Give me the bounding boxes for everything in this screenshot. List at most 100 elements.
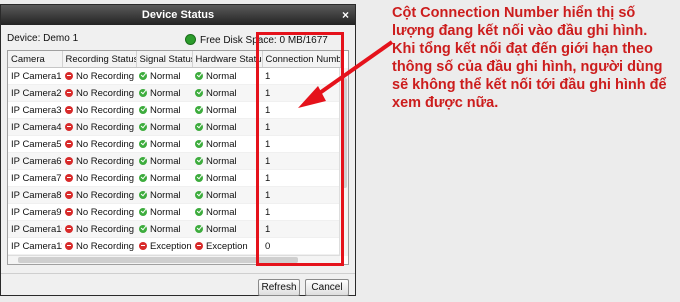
camera-cell: IP Camera10 — [8, 220, 62, 238]
device-info-row: Device: Demo 1 Free Disk Space: 0 MB/167… — [1, 25, 355, 49]
recording-status-cell: No Recording — [62, 118, 136, 136]
camera-cell-text: IP Camera6 — [11, 155, 62, 167]
status-ok-icon — [139, 224, 147, 233]
status-error-icon — [65, 190, 73, 199]
connection-number-cell: 1 — [262, 135, 340, 153]
connection-number-cell-text: 1 — [265, 104, 271, 116]
signal-status-cell: Normal — [136, 203, 192, 221]
status-ok-icon — [195, 156, 203, 165]
table-row[interactable]: IP Camera5 No Recording Normal Normal 1 — [8, 135, 340, 153]
connection-number-cell: 1 — [262, 169, 340, 187]
table-row[interactable]: IP Camera8 No Recording Normal Normal 1 — [8, 186, 340, 204]
recording-status-cell-text: No Recording — [76, 70, 135, 82]
status-ok-icon — [139, 156, 147, 165]
status-error-icon — [65, 122, 73, 131]
connection-number-cell-text: 1 — [265, 121, 271, 133]
dialog-title: Device Status — [141, 9, 215, 21]
connection-number-cell-text: 0 — [265, 240, 271, 252]
hardware-status-cell-text: Normal — [206, 155, 237, 167]
recording-status-cell: No Recording — [62, 186, 136, 204]
column-header-hardware-status[interactable]: Hardware Status — [192, 51, 263, 68]
connection-number-cell-text: 1 — [265, 223, 271, 235]
connection-number-cell: 1 — [262, 101, 340, 119]
status-error-icon — [65, 88, 73, 97]
signal-status-cell: Normal — [136, 152, 192, 170]
device-status-dialog: Device Status × Device: Demo 1 Free Disk… — [0, 4, 356, 296]
disk-icon — [185, 34, 196, 45]
vertical-scrollbar[interactable] — [339, 68, 348, 256]
status-ok-icon — [139, 190, 147, 199]
hardware-status-cell: Normal — [192, 135, 262, 153]
camera-cell: IP Camera2 — [8, 84, 62, 102]
status-ok-icon — [195, 122, 203, 131]
hardware-status-cell-text: Normal — [206, 70, 237, 82]
camera-cell: IP Camera6 — [8, 152, 62, 170]
signal-status-cell-text: Normal — [150, 172, 181, 184]
connection-number-cell-text: 1 — [265, 206, 271, 218]
column-header-camera[interactable]: Camera — [8, 51, 63, 68]
hardware-status-cell-text: Normal — [206, 189, 237, 201]
status-table: Camera Recording Status Signal Status Ha… — [8, 51, 341, 264]
connection-number-cell: 1 — [262, 186, 340, 204]
camera-cell: IP Camera3 — [8, 101, 62, 119]
status-ok-icon — [139, 71, 147, 80]
camera-cell-text: IP Camera10 — [11, 223, 62, 235]
camera-cell-text: IP Camera5 — [11, 138, 62, 150]
signal-status-cell-text: Normal — [150, 121, 181, 133]
connection-number-cell: 1 — [262, 67, 340, 85]
status-error-icon — [65, 207, 73, 216]
camera-cell-text: IP Camera11 — [11, 240, 62, 252]
hardware-status-cell: Normal — [192, 101, 262, 119]
recording-status-cell: No Recording — [62, 101, 136, 119]
status-error-icon — [65, 71, 73, 80]
table-row[interactable]: IP Camera9 No Recording Normal Normal 1 — [8, 203, 340, 221]
vertical-scroll-thumb[interactable] — [341, 78, 347, 188]
column-header-connection-number[interactable]: Connection Number — [262, 51, 341, 68]
status-error-icon — [65, 173, 73, 182]
disk-space-label: Free Disk Space: 0 MB/1677 — [200, 35, 328, 46]
connection-number-cell: 1 — [262, 152, 340, 170]
table-row[interactable]: IP Camera6 No Recording Normal Normal 1 — [8, 152, 340, 170]
connection-number-cell: 1 — [262, 220, 340, 238]
signal-status-cell-text: Normal — [150, 87, 181, 99]
camera-cell-text: IP Camera1 — [11, 70, 62, 82]
recording-status-cell-text: No Recording — [76, 138, 135, 150]
status-error-icon — [65, 139, 73, 148]
recording-status-cell: No Recording — [62, 135, 136, 153]
table-row[interactable]: IP Camera7 No Recording Normal Normal 1 — [8, 169, 340, 187]
table-row[interactable]: IP Camera10 No Recording Normal Normal 1 — [8, 220, 340, 238]
connection-number-cell: 1 — [262, 84, 340, 102]
horizontal-scrollbar[interactable] — [8, 255, 340, 264]
column-header-signal-status[interactable]: Signal Status — [136, 51, 193, 68]
connection-number-cell-text: 1 — [265, 189, 271, 201]
signal-status-cell: Normal — [136, 135, 192, 153]
signal-status-cell-text: Normal — [150, 223, 181, 235]
hardware-status-cell-text: Exception — [206, 240, 248, 252]
signal-status-cell-text: Normal — [150, 189, 181, 201]
hardware-status-cell: Normal — [192, 152, 262, 170]
table-row[interactable]: IP Camera1 No Recording Normal Normal 1 — [8, 67, 340, 85]
hardware-status-cell: Normal — [192, 186, 262, 204]
close-icon[interactable]: × — [342, 5, 349, 25]
connection-number-cell-text: 1 — [265, 87, 271, 99]
camera-cell: IP Camera9 — [8, 203, 62, 221]
refresh-button[interactable]: Refresh — [258, 279, 300, 296]
status-error-icon — [65, 156, 73, 165]
table-row[interactable]: IP Camera11 No Recording Exception Exceptio… — [8, 237, 340, 255]
camera-cell-text: IP Camera4 — [11, 121, 62, 133]
table-row[interactable]: IP Camera4 No Recording Normal Normal 1 — [8, 118, 340, 136]
recording-status-cell: No Recording — [62, 152, 136, 170]
recording-status-cell: No Recording — [62, 169, 136, 187]
status-ok-icon — [195, 88, 203, 97]
camera-cell-text: IP Camera8 — [11, 189, 62, 201]
status-ok-icon — [139, 122, 147, 131]
horizontal-scroll-thumb[interactable] — [18, 257, 298, 263]
cancel-button[interactable]: Cancel — [305, 279, 349, 296]
table-row[interactable]: IP Camera3 No Recording Normal Normal 1 — [8, 101, 340, 119]
status-ok-icon — [139, 105, 147, 114]
hardware-status-cell-text: Normal — [206, 87, 237, 99]
table-row[interactable]: IP Camera2 No Recording Normal Normal 1 — [8, 84, 340, 102]
hardware-status-cell: Normal — [192, 67, 262, 85]
annotation-paragraph-2: Khi tổng kết nối đạt đến giới hạn theo t… — [392, 41, 667, 111]
column-header-recording-status[interactable]: Recording Status — [62, 51, 137, 68]
